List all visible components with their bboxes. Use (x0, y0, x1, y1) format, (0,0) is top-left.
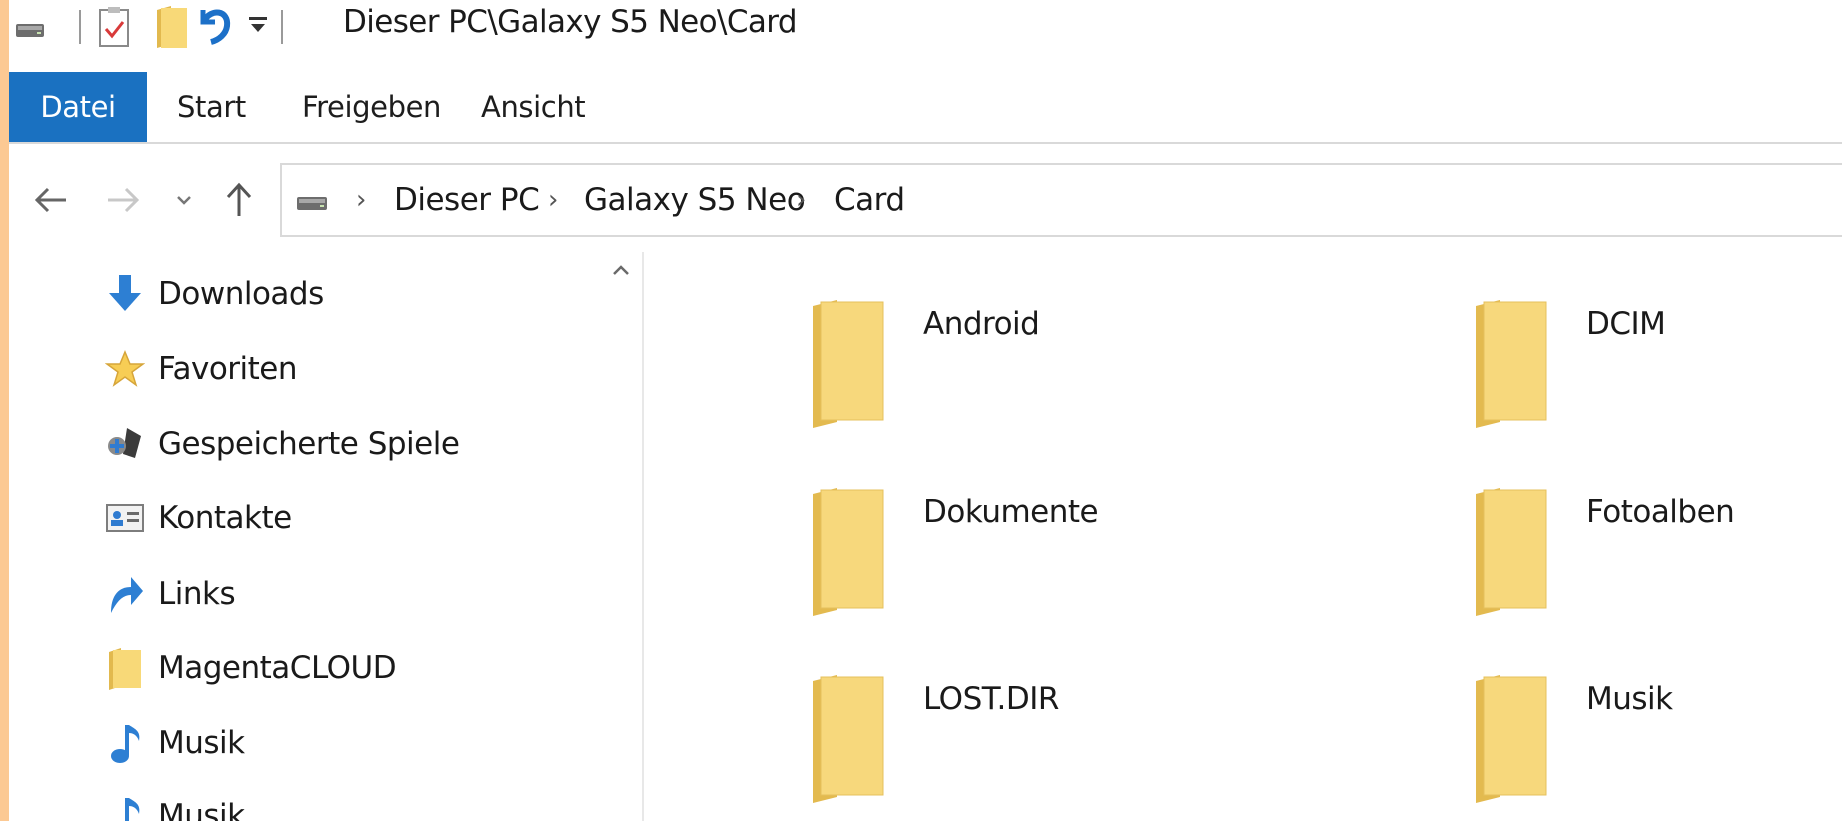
download-arrow-icon (104, 273, 146, 315)
nav-item-links[interactable]: Links (104, 564, 236, 624)
up-arrow-icon[interactable] (219, 150, 259, 250)
address-bar[interactable]: › Dieser PC › Galaxy S5 Neo › Card (280, 163, 1842, 237)
nav-item-kontakte[interactable]: Kontakte (104, 488, 292, 548)
toolbar-separator (79, 10, 81, 44)
breadcrumb-dieser-pc[interactable]: Dieser PC (394, 165, 540, 235)
contact-card-icon (104, 497, 146, 539)
back-arrow-icon[interactable] (29, 150, 75, 250)
folder-icon (104, 647, 146, 690)
title-bar: Dieser PC\Galaxy S5 Neo\Card (9, 0, 1842, 60)
music-note-icon (104, 795, 146, 821)
tab-ansicht[interactable]: Ansicht (481, 72, 586, 142)
recent-locations-chevron-down-icon[interactable] (172, 150, 196, 250)
forward-arrow-icon[interactable] (99, 150, 145, 250)
file-explorer-window: Dieser PC\Galaxy S5 Neo\Card Datei Start… (9, 0, 1842, 821)
folder-icon (811, 488, 885, 620)
folder-icon (1474, 488, 1548, 620)
folder-icon (1474, 675, 1548, 807)
window-title: Dieser PC\Galaxy S5 Neo\Card (343, 4, 798, 40)
properties-icon[interactable] (97, 6, 133, 54)
breadcrumb-chevron-icon[interactable]: › (356, 165, 366, 235)
folder-fotoalben[interactable]: Fotoalben (1474, 488, 1842, 628)
folder-musik[interactable]: Musik (1474, 675, 1842, 815)
breadcrumb-chevron-icon[interactable]: › (548, 165, 558, 235)
navigation-pane: Downloads Favoriten Gespeicherte Spiele … (9, 252, 609, 821)
pane-divider[interactable] (642, 252, 644, 821)
scroll-up-chevron-icon[interactable] (612, 262, 630, 281)
link-arrow-icon (104, 573, 146, 615)
folder-android[interactable]: Android (811, 300, 1211, 440)
nav-item-downloads[interactable]: Downloads (104, 264, 324, 324)
games-icon (104, 423, 146, 465)
folder-icon (1474, 300, 1548, 432)
nav-item-favoriten[interactable]: Favoriten (104, 339, 298, 399)
tab-freigeben[interactable]: Freigeben (302, 72, 441, 142)
nav-item-musik[interactable]: Musik (104, 786, 245, 821)
star-icon (104, 348, 146, 390)
breadcrumb-galaxy-s5-neo[interactable]: Galaxy S5 Neo (584, 165, 806, 235)
tab-start[interactable]: Start (177, 72, 246, 142)
music-note-icon (104, 722, 146, 764)
tab-datei[interactable]: Datei (9, 72, 147, 142)
breadcrumb-chevron-icon[interactable]: › (796, 165, 806, 235)
undo-icon[interactable] (197, 2, 233, 50)
nav-item-musik[interactable]: Musik (104, 713, 245, 773)
new-folder-icon[interactable] (155, 4, 189, 54)
folder-dcim[interactable]: DCIM (1474, 300, 1842, 440)
customize-toolbar-dropdown-icon[interactable] (247, 14, 269, 40)
drive-icon (296, 191, 328, 217)
folder-lost-dir[interactable]: LOST.DIR (811, 675, 1211, 815)
nav-item-magentacloud[interactable]: MagentaCLOUD (104, 638, 397, 698)
folder-icon (811, 675, 885, 807)
folder-icon (811, 300, 885, 432)
folder-dokumente[interactable]: Dokumente (811, 488, 1211, 628)
breadcrumb-card[interactable]: Card (834, 165, 905, 235)
toolbar-separator (281, 10, 283, 44)
nav-item-gespeicherte-spiele[interactable]: Gespeicherte Spiele (104, 414, 460, 474)
drive-icon[interactable] (15, 18, 45, 44)
ribbon-tabs: Datei Start Freigeben Ansicht (9, 72, 1842, 144)
